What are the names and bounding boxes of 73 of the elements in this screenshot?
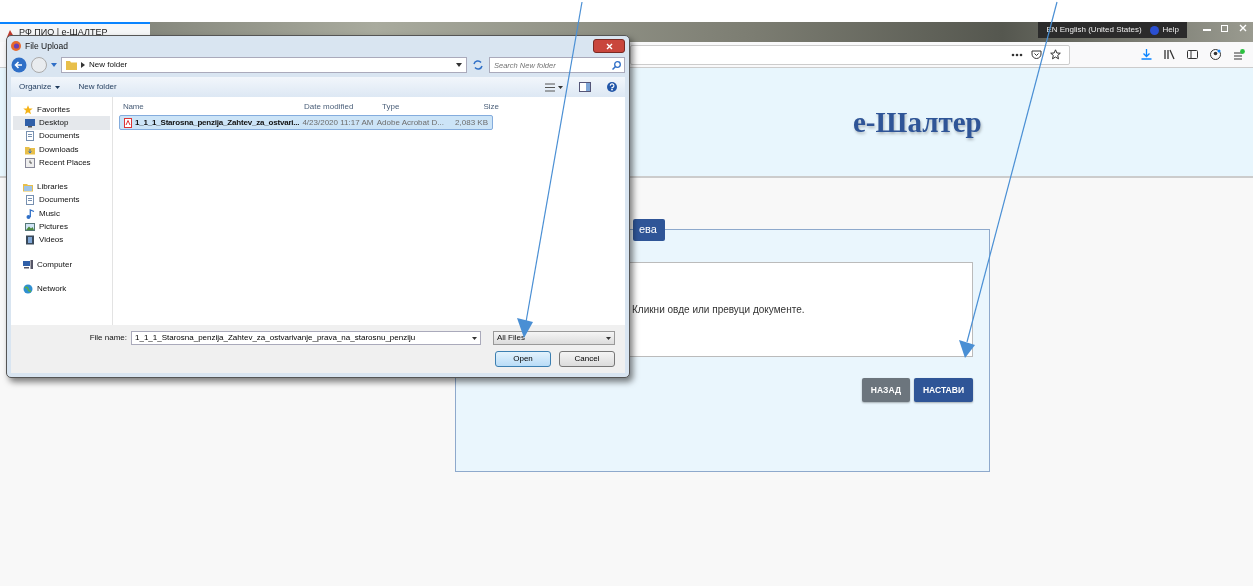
document-icon — [25, 131, 35, 142]
help-icon[interactable] — [607, 82, 617, 92]
path-bar[interactable]: New folder — [61, 57, 467, 73]
more-icon[interactable] — [1011, 52, 1023, 57]
type-cell-text: Adobe Acrobat D... — [375, 116, 445, 129]
navigation-item[interactable]: Desktop — [13, 116, 110, 130]
film-icon — [25, 235, 35, 246]
menu-icon[interactable] — [1233, 48, 1245, 61]
navigation-item[interactable]: Documents — [13, 129, 110, 143]
folder-icon — [25, 144, 35, 155]
picture-icon — [25, 222, 35, 232]
navigation-item[interactable]: Music — [13, 207, 110, 221]
star-icon — [23, 104, 33, 115]
computer-icon — [23, 259, 33, 270]
caret-icon — [606, 336, 611, 340]
file-name-label: File name: — [89, 332, 127, 344]
navigation-item[interactable]: Computer — [13, 257, 110, 272]
organize-menu[interactable]: Organize — [19, 81, 61, 93]
close-icon[interactable] — [1239, 24, 1247, 32]
back-button[interactable]: НАЗАД — [861, 378, 910, 402]
back-icon[interactable] — [11, 57, 27, 73]
open-button[interactable]: Open — [495, 351, 551, 367]
folder-icon — [23, 182, 33, 193]
navigation-item[interactable]: Libraries — [13, 180, 110, 194]
navigation-item[interactable]: Documents — [13, 193, 110, 208]
column-header[interactable]: Date modified — [301, 101, 379, 113]
restore-icon[interactable] — [1221, 24, 1229, 32]
continue-button[interactable]: НАСТАВИ — [913, 378, 973, 402]
navigation-item[interactable]: Favorites — [13, 103, 110, 117]
column-header[interactable]: Name — [119, 101, 301, 113]
refresh-icon[interactable] — [471, 58, 485, 72]
caret-icon — [55, 85, 61, 89]
monitor-icon — [25, 117, 35, 128]
view-options-icon[interactable] — [545, 82, 563, 92]
browser-logo-icon — [11, 41, 21, 51]
close-icon — [605, 42, 613, 50]
cancel-button[interactable]: Cancel — [559, 351, 615, 367]
caret-icon[interactable] — [472, 336, 477, 340]
column-header[interactable]: Type — [379, 101, 457, 113]
column-header[interactable]: Size — [457, 101, 503, 113]
help-label[interactable]: Help — [1162, 24, 1179, 36]
document-icon — [25, 195, 35, 206]
size-cell-text: 2,083 KB — [454, 116, 489, 129]
navigation-item[interactable]: Downloads — [13, 142, 110, 157]
path-segment[interactable]: New folder — [89, 59, 128, 71]
navigation-item[interactable]: Pictures — [13, 220, 110, 234]
date-cell-text: 4/23/2020 11:17 AM — [301, 116, 374, 129]
file-type-dropdown[interactable]: All Files — [493, 331, 615, 345]
navigation-item[interactable]: Recent Places — [13, 156, 110, 170]
music-note-icon — [25, 208, 35, 219]
page-title: е-Шалтер — [853, 104, 982, 140]
search-icon — [612, 61, 621, 70]
language-label[interactable]: EN English (United States) — [1046, 24, 1142, 36]
help-icon — [1149, 25, 1159, 35]
pdf-file-icon — [124, 117, 132, 128]
file-name-field[interactable]: 1_1_1_Starosna_penzija_Zahtev_za_ostvarivanje_prava_na_starosnu_penziju — [131, 331, 481, 345]
folder-icon — [66, 60, 77, 70]
file-name: 1_1_1_Starosna_penzija_Zahtev_za_ostvari... — [135, 116, 300, 129]
close-button[interactable] — [593, 39, 625, 53]
file-row[interactable]: 1_1_1_Starosna_penzija_Zahtev_za_ostvari... 4/23/2020 11:17 AM Adobe Acrobat D... 2,083 KB — [119, 115, 493, 130]
sidebar-icon[interactable] — [1187, 49, 1198, 60]
navigation-item[interactable]: Network — [13, 282, 110, 296]
star-icon[interactable] — [1050, 49, 1061, 60]
dialog-title: File Upload — [25, 39, 68, 53]
account-icon[interactable] — [1210, 49, 1221, 60]
preview-pane-icon[interactable] — [579, 82, 591, 92]
caret-icon — [81, 62, 85, 68]
navigation-item[interactable]: Videos — [13, 233, 110, 247]
pocket-icon[interactable] — [1031, 49, 1042, 60]
download-icon[interactable] — [1141, 49, 1152, 60]
new-folder-button[interactable]: New folder — [78, 81, 117, 93]
library-icon[interactable] — [1164, 49, 1175, 60]
globe-icon — [23, 283, 33, 294]
